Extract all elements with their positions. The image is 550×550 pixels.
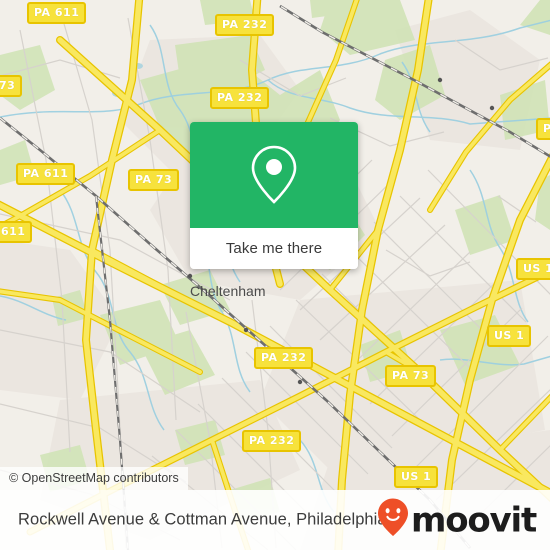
road-shield-pa-232[interactable]: PA 232 — [242, 430, 302, 452]
popup-pin-panel — [190, 122, 358, 228]
road-shield-pa-73[interactable]: PA 73 — [128, 169, 180, 191]
road-shield-pa-232[interactable]: PA 232 — [215, 14, 275, 36]
destination-popup-card[interactable]: Take me there — [190, 122, 358, 269]
footer-bar: Rockwell Avenue & Cottman Avenue, Philad… — [0, 490, 550, 550]
moovit-brand[interactable]: moovit — [377, 498, 537, 543]
map-pin-icon — [248, 144, 300, 206]
location-title: Rockwell Avenue & Cottman Avenue, Philad… — [18, 510, 387, 529]
road-shield-us-1[interactable]: US 1 — [487, 325, 532, 347]
road-shield-pa-73[interactable]: PA 73 — [385, 365, 437, 387]
road-shield-pa-232[interactable]: PA 232 — [210, 87, 270, 109]
map-screenshot: Cheltenham PA 611 PA 232 PA 232 PA 73 PA… — [0, 0, 550, 550]
road-shield-us-1[interactable]: US 1 — [394, 466, 439, 488]
moovit-smiling-pin-icon — [377, 498, 409, 543]
road-shield-pa-232[interactable]: PA 232 — [254, 347, 314, 369]
road-shield-pa-partial[interactable]: PA — [536, 118, 550, 140]
place-label-cheltenham: Cheltenham — [190, 283, 266, 299]
moovit-wordmark: moovit — [410, 500, 537, 540]
road-shield-611-partial[interactable]: 611 — [0, 221, 33, 243]
road-shield-us-1[interactable]: US 1 — [516, 258, 550, 280]
road-shield-pa-611[interactable]: PA 611 — [16, 163, 76, 185]
road-shield-pa-611[interactable]: PA 611 — [27, 2, 87, 24]
map-attribution[interactable]: © OpenStreetMap contributors — [0, 467, 188, 490]
road-shield-73-partial[interactable]: 73 — [0, 75, 23, 97]
take-me-there-button[interactable]: Take me there — [190, 228, 358, 269]
